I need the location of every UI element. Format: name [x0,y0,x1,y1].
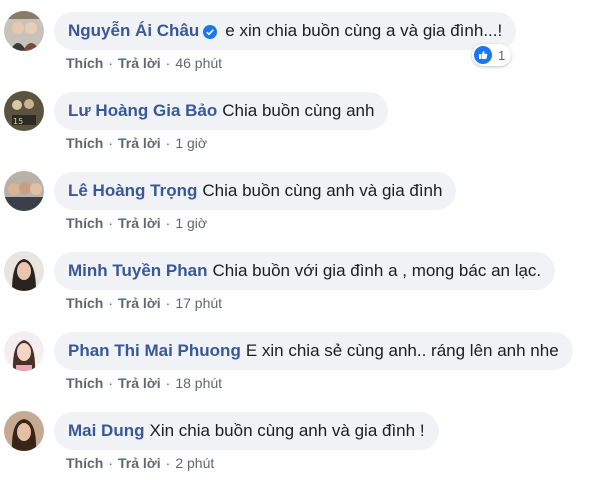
comment-text: e xin chia buồn cùng a và gia đình...! [225,21,503,40]
comment-bubble: Mai Dung Xin chia buồn cùng anh và gia đ… [54,412,439,450]
comment-text: Chia buồn cùng anh và gia đình [202,181,443,200]
comment: Minh Tuyền Phan Chia buồn với gia đình a… [0,240,600,320]
svg-text:15: 15 [13,117,23,126]
like-button[interactable]: Thích [66,135,103,151]
comment: 15 Lư Hoàng Gia Bảo Chia buồn cùng anh T… [0,80,600,160]
avatar[interactable] [4,331,44,371]
like-button[interactable]: Thích [66,295,103,311]
separator: · [165,135,171,151]
author-name[interactable]: Lê Hoàng Trọng [68,181,197,201]
comment: Lê Hoàng Trọng Chia buồn cùng anh và gia… [0,160,600,240]
avatar[interactable] [4,11,44,51]
comment: Nguyễn Ái Châu e xin chia buồn cùng a và… [0,0,600,80]
comment-text: E xin chia sẻ cùng anh.. ráng lên anh nh… [245,341,559,360]
author-name[interactable]: Mai Dung [68,421,145,441]
timestamp[interactable]: 17 phút [175,295,222,311]
comment-actions: Thích · Trả lời · 1 giờ [66,215,207,231]
separator: · [108,135,114,151]
avatar[interactable] [4,171,44,211]
separator: · [108,375,114,391]
avatar[interactable] [4,251,44,291]
reply-button[interactable]: Trả lời [118,455,161,471]
author-name[interactable]: Lư Hoàng Gia Bảo [68,101,217,121]
timestamp[interactable]: 18 phút [175,375,222,391]
comment-text: Xin chia buồn cùng anh và gia đình ! [149,421,425,440]
comment-text: Chia buồn cùng anh [222,101,375,120]
reply-button[interactable]: Trả lời [118,295,161,311]
separator: · [165,55,171,71]
reply-button[interactable]: Trả lời [118,135,161,151]
reply-button[interactable]: Trả lời [118,375,161,391]
separator: · [108,455,114,471]
avatar[interactable]: 15 [4,91,44,131]
like-button[interactable]: Thích [66,455,103,471]
separator: · [108,55,114,71]
like-button[interactable]: Thích [66,55,103,71]
comment-bubble: Nguyễn Ái Châu e xin chia buồn cùng a và… [54,12,517,50]
reaction-summary[interactable]: 1 [472,44,512,66]
author-name[interactable]: Minh Tuyền Phan [68,261,207,281]
comment-actions: Thích · Trả lời · 2 phút [66,455,214,471]
reply-button[interactable]: Trả lời [118,55,161,71]
separator: · [165,215,171,231]
separator: · [108,215,114,231]
separator: · [108,295,114,311]
timestamp[interactable]: 1 giờ [175,215,207,231]
separator: · [165,375,171,391]
verified-badge-icon [203,24,218,39]
reaction-count: 1 [498,47,506,63]
comment: Mai Dung Xin chia buồn cùng anh và gia đ… [0,400,600,480]
comment-actions: Thích · Trả lời · 1 giờ [66,135,207,151]
comment-bubble: Phan Thi Mai Phuong E xin chia sẻ cùng a… [54,332,573,370]
comment-actions: Thích · Trả lời · 18 phút [66,375,222,391]
comment-actions: Thích · Trả lời · 17 phút [66,295,222,311]
author-name[interactable]: Nguyễn Ái Châu [68,21,199,41]
separator: · [165,295,171,311]
author-name[interactable]: Phan Thi Mai Phuong [68,341,241,361]
comment-actions: Thích · Trả lời · 46 phút [66,55,222,71]
reply-button[interactable]: Trả lời [118,215,161,231]
comment-bubble: Lư Hoàng Gia Bảo Chia buồn cùng anh [54,92,389,130]
timestamp[interactable]: 2 phút [175,455,214,471]
avatar[interactable] [4,411,44,451]
like-button[interactable]: Thích [66,215,103,231]
comment: Phan Thi Mai Phuong E xin chia sẻ cùng a… [0,320,600,400]
timestamp[interactable]: 46 phút [175,55,222,71]
comment-bubble: Minh Tuyền Phan Chia buồn với gia đình a… [54,252,556,290]
separator: · [165,455,171,471]
like-button[interactable]: Thích [66,375,103,391]
like-icon [474,46,492,64]
timestamp[interactable]: 1 giờ [175,135,207,151]
comment-bubble: Lê Hoàng Trọng Chia buồn cùng anh và gia… [54,172,457,210]
comment-text: Chia buồn với gia đình a , mong bác an l… [212,261,542,280]
